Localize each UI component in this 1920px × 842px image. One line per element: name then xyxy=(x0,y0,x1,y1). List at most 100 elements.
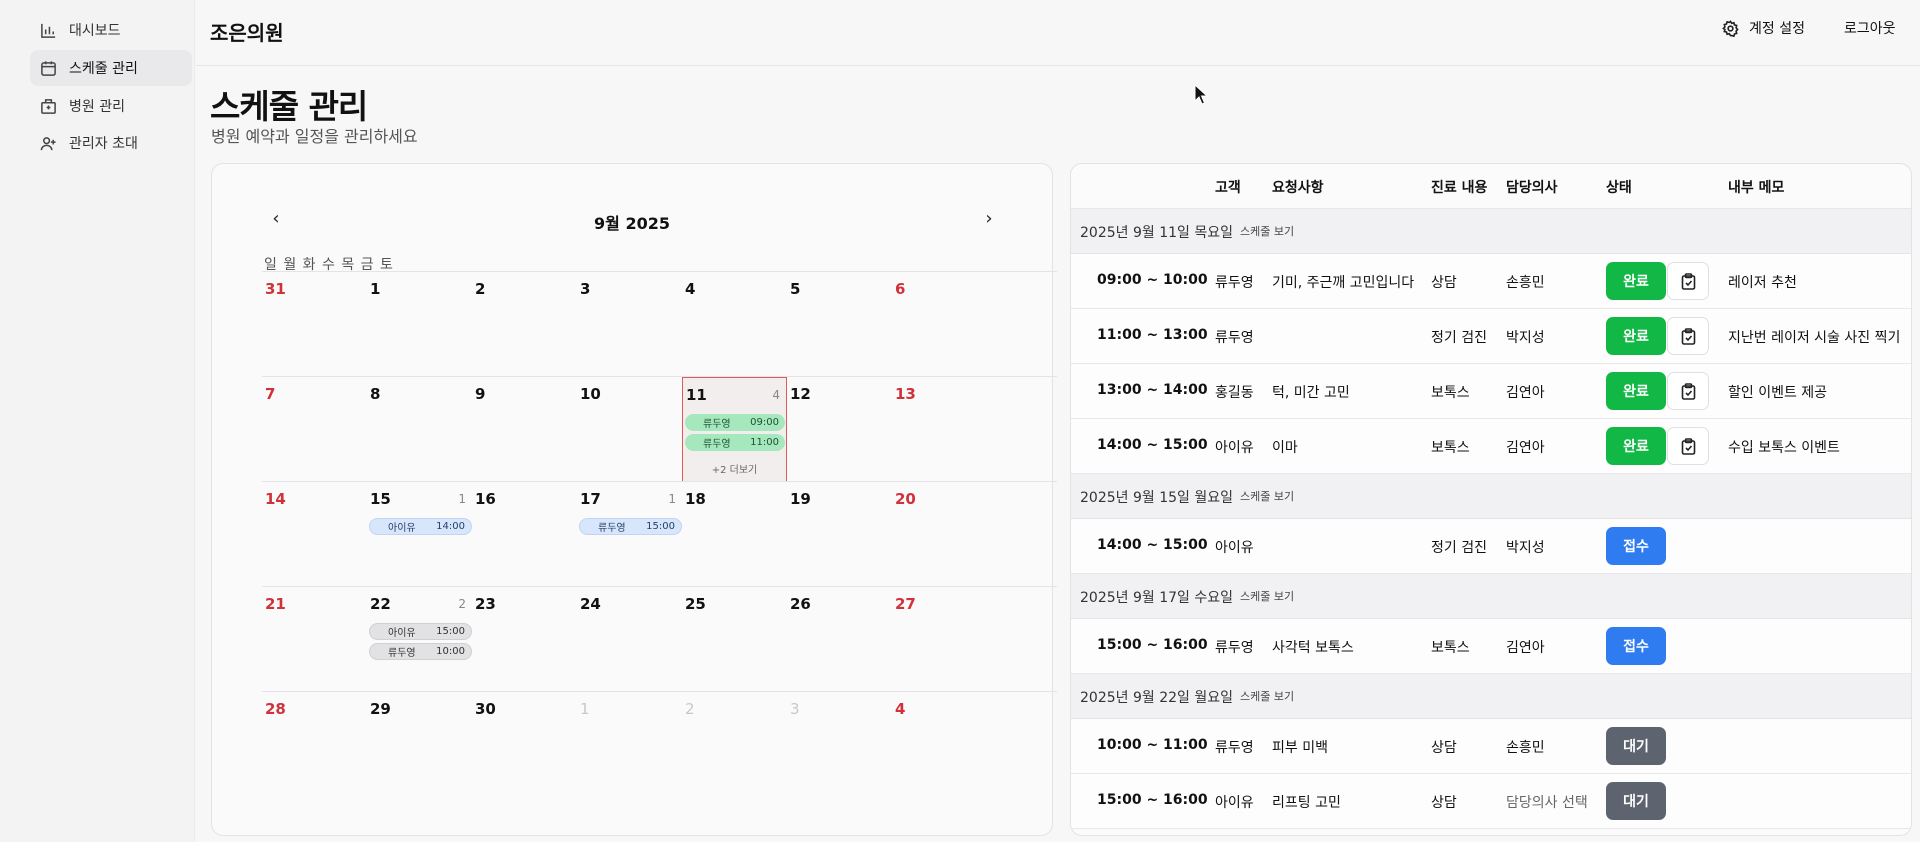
status-button[interactable]: 접수 xyxy=(1606,527,1666,565)
calendar-day[interactable]: 10 xyxy=(577,377,682,482)
day-number: 16 xyxy=(475,490,496,508)
calendar-day[interactable]: 15 1 아이유 14:00 xyxy=(367,482,472,587)
table-row[interactable]: 15:00 ~ 16:00 류두영 사각턱 보톡스 보톡스 김연아 접수 xyxy=(1071,619,1911,674)
calendar-day[interactable]: 4 xyxy=(892,692,997,797)
time-cell: 10:00 ~ 11:00 xyxy=(1097,737,1208,753)
view-schedule-link[interactable]: 스케줄 보기 xyxy=(1240,588,1294,604)
view-schedule-link[interactable]: 스케줄 보기 xyxy=(1240,488,1294,504)
status-button[interactable]: 대기 xyxy=(1606,727,1666,765)
page-title: 스케줄 관리 xyxy=(210,87,368,126)
event-time: 09:00 xyxy=(750,417,779,428)
doctor-cell[interactable]: 담당의사 선택 xyxy=(1506,792,1588,812)
calendar-day[interactable]: 11 4 류두영 09:00 류두영 11:00 +2 더보기 xyxy=(682,377,787,482)
sidebar-item-invite-admin[interactable]: 관리자 초대 xyxy=(30,125,192,161)
table-row[interactable]: 13:00 ~ 14:00 홍길동 턱, 미간 고민 보톡스 김연아 할인 이벤트 제공 완… xyxy=(1071,364,1911,419)
table-row[interactable]: 14:00 ~ 15:00 아이유 이마 보톡스 김연아 수입 보톡스 이벤트 완료 xyxy=(1071,419,1911,474)
calendar-day[interactable]: 26 xyxy=(787,587,892,692)
calendar-day[interactable]: 3 xyxy=(577,272,682,377)
calendar-day[interactable]: 19 xyxy=(787,482,892,587)
status-button[interactable]: 대기 xyxy=(1606,782,1666,820)
view-schedule-link[interactable]: 스케줄 보기 xyxy=(1240,223,1294,239)
account-settings-button[interactable]: 계정 설정 xyxy=(1722,18,1805,38)
table-row[interactable]: 11:00 ~ 13:00 류두영 정기 검진 박지성 지난번 레이저 시술 사진 찍기… xyxy=(1071,309,1911,364)
calendar-day[interactable]: 1 xyxy=(577,692,682,797)
status-button[interactable]: 접수 xyxy=(1606,627,1666,665)
calendar-day[interactable]: 7 xyxy=(262,377,367,482)
sidebar-item-schedule[interactable]: 스케줄 관리 xyxy=(30,50,192,86)
calendar-day[interactable]: 27 xyxy=(892,587,997,692)
app-title: 조은의원 xyxy=(210,21,284,45)
calendar-day[interactable]: 9 xyxy=(472,377,577,482)
table-row[interactable]: 10:00 ~ 11:00 류두영 피부 미백 상담 손흥민 대기 xyxy=(1071,719,1911,774)
event-chip[interactable]: 아이유 14:00 xyxy=(369,518,472,535)
calendar-day[interactable]: 13 xyxy=(892,377,997,482)
date-label: 2025년 9월 15일 월요일 xyxy=(1080,490,1233,506)
customer-cell: 류두영 xyxy=(1215,640,1254,656)
event-chip[interactable]: 류두영 09:00 xyxy=(685,414,785,431)
col-status: 상태 xyxy=(1606,180,1632,196)
calendar-day[interactable]: 8 xyxy=(367,377,472,482)
calendar-day[interactable]: 3 xyxy=(787,692,892,797)
calendar-day[interactable]: 17 1 류두영 15:00 xyxy=(577,482,682,587)
calendar-day[interactable]: 4 xyxy=(682,272,787,377)
calendar-day[interactable]: 31 xyxy=(262,272,367,377)
calendar-day[interactable]: 20 xyxy=(892,482,997,587)
status-button[interactable]: 완료 xyxy=(1606,427,1666,465)
calendar-day[interactable]: 29 xyxy=(367,692,472,797)
chevron-right-icon: › xyxy=(985,208,993,229)
sidebar-item-dashboard[interactable]: 대시보드 xyxy=(30,12,192,48)
doctor-cell: 김연아 xyxy=(1506,440,1545,456)
calendar-day[interactable]: 16 xyxy=(472,482,577,587)
event-count: 2 xyxy=(458,597,466,611)
calendar-day[interactable]: 30 xyxy=(472,692,577,797)
next-month-button[interactable]: › xyxy=(979,208,999,229)
event-chip[interactable]: 류두영 10:00 xyxy=(369,643,472,660)
day-number: 24 xyxy=(580,595,601,613)
view-schedule-link[interactable]: 스케줄 보기 xyxy=(1240,688,1294,704)
calendar-day[interactable]: 25 xyxy=(682,587,787,692)
calendar-card: ‹ 9월 2025 › 일 월 화 수 목 금 토 31 1 2 3 4 5 6 7 8 9 10 1… xyxy=(211,163,1057,836)
day-number: 11 xyxy=(686,386,707,404)
logout-button[interactable]: 로그아웃 xyxy=(1844,18,1896,38)
calendar-day[interactable]: 22 2 아이유 15:00 류두영 10:00 xyxy=(367,587,472,692)
calendar-day[interactable]: 23 xyxy=(472,587,577,692)
clipboard-icon xyxy=(1681,327,1695,345)
memo-clipboard-button[interactable] xyxy=(1667,427,1709,465)
event-chip[interactable]: 류두영 11:00 xyxy=(685,434,785,451)
memo-clipboard-button[interactable] xyxy=(1667,372,1709,410)
calendar-day[interactable]: 6 xyxy=(892,272,997,377)
memo-clipboard-button[interactable] xyxy=(1667,317,1709,355)
status-button[interactable]: 완료 xyxy=(1606,372,1666,410)
event-chip[interactable]: 아이유 15:00 xyxy=(369,623,472,640)
customer-cell: 홍길동 xyxy=(1215,385,1254,401)
table-row[interactable]: 14:00 ~ 15:00 아이유 정기 검진 박지성 접수 xyxy=(1071,519,1911,574)
event-customer: 아이유 xyxy=(388,628,416,639)
day-number: 19 xyxy=(790,490,811,508)
day-number: 13 xyxy=(895,385,916,403)
calendar-day[interactable]: 21 xyxy=(262,587,367,692)
calendar-day[interactable]: 5 xyxy=(787,272,892,377)
calendar-day[interactable]: 12 xyxy=(787,377,892,482)
sidebar-item-hospital[interactable]: 병원 관리 xyxy=(30,88,192,124)
date-label: 2025년 9월 22일 월요일 xyxy=(1080,690,1233,706)
doctor-cell: 김연아 xyxy=(1506,640,1545,656)
day-number: 12 xyxy=(790,385,811,403)
memo-clipboard-button[interactable] xyxy=(1667,262,1709,300)
calendar-day[interactable]: 14 xyxy=(262,482,367,587)
status-button[interactable]: 완료 xyxy=(1606,317,1666,355)
more-events-link[interactable]: +2 더보기 xyxy=(683,461,786,476)
calendar-day[interactable]: 24 xyxy=(577,587,682,692)
col-treatment: 진료 내용 xyxy=(1431,180,1488,196)
calendar-day[interactable]: 18 xyxy=(682,482,787,587)
time-cell: 09:00 ~ 10:00 xyxy=(1097,272,1208,288)
calendar-day[interactable]: 2 xyxy=(682,692,787,797)
topbar: 조은의원 계정 설정 로그아웃 xyxy=(196,0,1920,66)
table-row[interactable]: 15:00 ~ 16:00 아이유 리프팅 고민 상담 담당의사 선택 대기 xyxy=(1071,774,1911,829)
calendar-day[interactable]: 2 xyxy=(472,272,577,377)
event-chip[interactable]: 류두영 15:00 xyxy=(579,518,682,535)
day-number: 8 xyxy=(370,385,381,403)
calendar-day[interactable]: 1 xyxy=(367,272,472,377)
calendar-day[interactable]: 28 xyxy=(262,692,367,797)
table-row[interactable]: 09:00 ~ 10:00 류두영 기미, 주근깨 고민입니다 상담 손흥민 레이저 추천… xyxy=(1071,254,1911,309)
status-button[interactable]: 완료 xyxy=(1606,262,1666,300)
